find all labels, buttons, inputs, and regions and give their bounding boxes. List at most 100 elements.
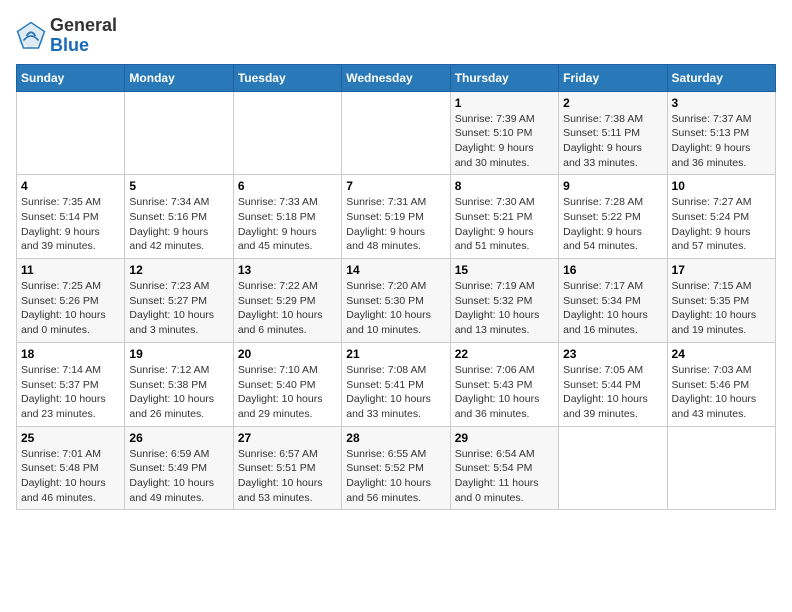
calendar-cell: 19Sunrise: 7:12 AMSunset: 5:38 PMDayligh… <box>125 342 233 426</box>
calendar-cell: 3 Sunrise: 7:37 AMSunset: 5:13 PMDaylight… <box>667 91 775 175</box>
day-number: 21 <box>346 347 445 361</box>
day-info: Sunrise: 7:31 AMSunset: 5:19 PMDaylight:… <box>346 195 445 254</box>
day-info: Sunrise: 7:25 AMSunset: 5:26 PMDaylight:… <box>21 279 120 338</box>
calendar-cell: 7 Sunrise: 7:31 AMSunset: 5:19 PMDaylight… <box>342 175 450 259</box>
day-info: Sunrise: 7:27 AMSunset: 5:24 PMDaylight:… <box>672 195 771 254</box>
logo-blue-text: Blue <box>50 36 117 56</box>
calendar-cell: 2 Sunrise: 7:38 AMSunset: 5:11 PMDaylight… <box>559 91 667 175</box>
col-header-sunday: Sunday <box>17 64 125 91</box>
day-info: Sunrise: 7:15 AMSunset: 5:35 PMDaylight:… <box>672 279 771 338</box>
day-number: 6 <box>238 179 337 193</box>
day-number: 8 <box>455 179 554 193</box>
day-info: Sunrise: 7:05 AMSunset: 5:44 PMDaylight:… <box>563 363 662 422</box>
calendar-header-row: SundayMondayTuesdayWednesdayThursdayFrid… <box>17 64 776 91</box>
calendar-cell: 9Sunrise: 7:28 AMSunset: 5:22 PMDaylight… <box>559 175 667 259</box>
day-number: 26 <box>129 431 228 445</box>
day-number: 15 <box>455 263 554 277</box>
day-number: 3 <box>672 96 771 110</box>
day-number: 13 <box>238 263 337 277</box>
calendar-cell: 26 Sunrise: 6:59 AMSunset: 5:49 PMDayligh… <box>125 426 233 510</box>
day-number: 22 <box>455 347 554 361</box>
day-number: 2 <box>563 96 662 110</box>
calendar-cell: 6 Sunrise: 7:33 AMSunset: 5:18 PMDaylight… <box>233 175 341 259</box>
calendar-cell: 15 Sunrise: 7:19 AMSunset: 5:32 PMDayligh… <box>450 259 558 343</box>
calendar-cell: 10 Sunrise: 7:27 AMSunset: 5:24 PMDayligh… <box>667 175 775 259</box>
day-info: Sunrise: 7:33 AMSunset: 5:18 PMDaylight:… <box>238 195 337 254</box>
calendar-cell: 17 Sunrise: 7:15 AMSunset: 5:35 PMDayligh… <box>667 259 775 343</box>
day-info: Sunrise: 7:38 AMSunset: 5:11 PMDaylight:… <box>563 112 662 171</box>
day-number: 10 <box>672 179 771 193</box>
calendar-cell: 29 Sunrise: 6:54 AMSunset: 5:54 PMDayligh… <box>450 426 558 510</box>
day-info: Sunrise: 7:14 AMSunset: 5:37 PMDaylight:… <box>21 363 120 422</box>
day-info: Sunrise: 7:10 AMSunset: 5:40 PMDaylight:… <box>238 363 337 422</box>
day-number: 24 <box>672 347 771 361</box>
day-number: 27 <box>238 431 337 445</box>
calendar-week-row: 25 Sunrise: 7:01 AMSunset: 5:48 PMDayligh… <box>17 426 776 510</box>
calendar-cell: 12 Sunrise: 7:23 AMSunset: 5:27 PMDayligh… <box>125 259 233 343</box>
calendar-cell <box>667 426 775 510</box>
calendar-cell: 18 Sunrise: 7:14 AMSunset: 5:37 PMDayligh… <box>17 342 125 426</box>
calendar-week-row: 4 Sunrise: 7:35 AMSunset: 5:14 PMDaylight… <box>17 175 776 259</box>
day-number: 4 <box>21 179 120 193</box>
calendar-week-row: 18 Sunrise: 7:14 AMSunset: 5:37 PMDayligh… <box>17 342 776 426</box>
logo: General Blue <box>16 16 117 56</box>
calendar-cell <box>125 91 233 175</box>
day-info: Sunrise: 7:01 AMSunset: 5:48 PMDaylight:… <box>21 447 120 506</box>
day-info: Sunrise: 6:55 AMSunset: 5:52 PMDaylight:… <box>346 447 445 506</box>
day-number: 17 <box>672 263 771 277</box>
day-number: 18 <box>21 347 120 361</box>
col-header-saturday: Saturday <box>667 64 775 91</box>
day-info: Sunrise: 6:57 AMSunset: 5:51 PMDaylight:… <box>238 447 337 506</box>
day-number: 12 <box>129 263 228 277</box>
col-header-tuesday: Tuesday <box>233 64 341 91</box>
day-number: 16 <box>563 263 662 277</box>
day-info: Sunrise: 7:35 AMSunset: 5:14 PMDaylight:… <box>21 195 120 254</box>
calendar-cell: 22Sunrise: 7:06 AMSunset: 5:43 PMDayligh… <box>450 342 558 426</box>
calendar-cell: 24 Sunrise: 7:03 AMSunset: 5:46 PMDayligh… <box>667 342 775 426</box>
calendar-cell: 11 Sunrise: 7:25 AMSunset: 5:26 PMDayligh… <box>17 259 125 343</box>
calendar-cell: 14 Sunrise: 7:20 AMSunset: 5:30 PMDayligh… <box>342 259 450 343</box>
day-number: 20 <box>238 347 337 361</box>
col-header-thursday: Thursday <box>450 64 558 91</box>
day-info: Sunrise: 7:20 AMSunset: 5:30 PMDaylight:… <box>346 279 445 338</box>
day-number: 9 <box>563 179 662 193</box>
calendar-cell: 20 Sunrise: 7:10 AMSunset: 5:40 PMDayligh… <box>233 342 341 426</box>
day-info: Sunrise: 7:08 AMSunset: 5:41 PMDaylight:… <box>346 363 445 422</box>
day-number: 23 <box>563 347 662 361</box>
day-number: 7 <box>346 179 445 193</box>
calendar-cell <box>559 426 667 510</box>
calendar-cell: 8Sunrise: 7:30 AMSunset: 5:21 PMDaylight… <box>450 175 558 259</box>
day-info: Sunrise: 7:34 AMSunset: 5:16 PMDaylight:… <box>129 195 228 254</box>
page-header: General Blue <box>16 16 776 56</box>
calendar-cell: 5 Sunrise: 7:34 AMSunset: 5:16 PMDaylight… <box>125 175 233 259</box>
day-info: Sunrise: 7:03 AMSunset: 5:46 PMDaylight:… <box>672 363 771 422</box>
logo-general-text: General <box>50 16 117 36</box>
day-number: 14 <box>346 263 445 277</box>
day-info: Sunrise: 6:54 AMSunset: 5:54 PMDaylight:… <box>455 447 554 506</box>
calendar-cell <box>17 91 125 175</box>
day-info: Sunrise: 7:37 AMSunset: 5:13 PMDaylight:… <box>672 112 771 171</box>
day-info: Sunrise: 6:59 AMSunset: 5:49 PMDaylight:… <box>129 447 228 506</box>
day-number: 11 <box>21 263 120 277</box>
day-number: 29 <box>455 431 554 445</box>
day-number: 28 <box>346 431 445 445</box>
calendar-week-row: 11 Sunrise: 7:25 AMSunset: 5:26 PMDayligh… <box>17 259 776 343</box>
col-header-wednesday: Wednesday <box>342 64 450 91</box>
calendar-cell: 1Sunrise: 7:39 AMSunset: 5:10 PMDaylight… <box>450 91 558 175</box>
day-info: Sunrise: 7:23 AMSunset: 5:27 PMDaylight:… <box>129 279 228 338</box>
day-info: Sunrise: 7:22 AMSunset: 5:29 PMDaylight:… <box>238 279 337 338</box>
calendar-cell <box>342 91 450 175</box>
day-number: 1 <box>455 96 554 110</box>
col-header-friday: Friday <box>559 64 667 91</box>
day-info: Sunrise: 7:19 AMSunset: 5:32 PMDaylight:… <box>455 279 554 338</box>
calendar-cell: 25 Sunrise: 7:01 AMSunset: 5:48 PMDayligh… <box>17 426 125 510</box>
calendar-cell: 27 Sunrise: 6:57 AMSunset: 5:51 PMDayligh… <box>233 426 341 510</box>
logo-icon <box>16 21 46 51</box>
day-number: 25 <box>21 431 120 445</box>
calendar-cell: 28 Sunrise: 6:55 AMSunset: 5:52 PMDayligh… <box>342 426 450 510</box>
day-number: 5 <box>129 179 228 193</box>
calendar-cell: 21 Sunrise: 7:08 AMSunset: 5:41 PMDayligh… <box>342 342 450 426</box>
day-number: 19 <box>129 347 228 361</box>
calendar-cell: 13 Sunrise: 7:22 AMSunset: 5:29 PMDayligh… <box>233 259 341 343</box>
calendar-cell: 4 Sunrise: 7:35 AMSunset: 5:14 PMDaylight… <box>17 175 125 259</box>
